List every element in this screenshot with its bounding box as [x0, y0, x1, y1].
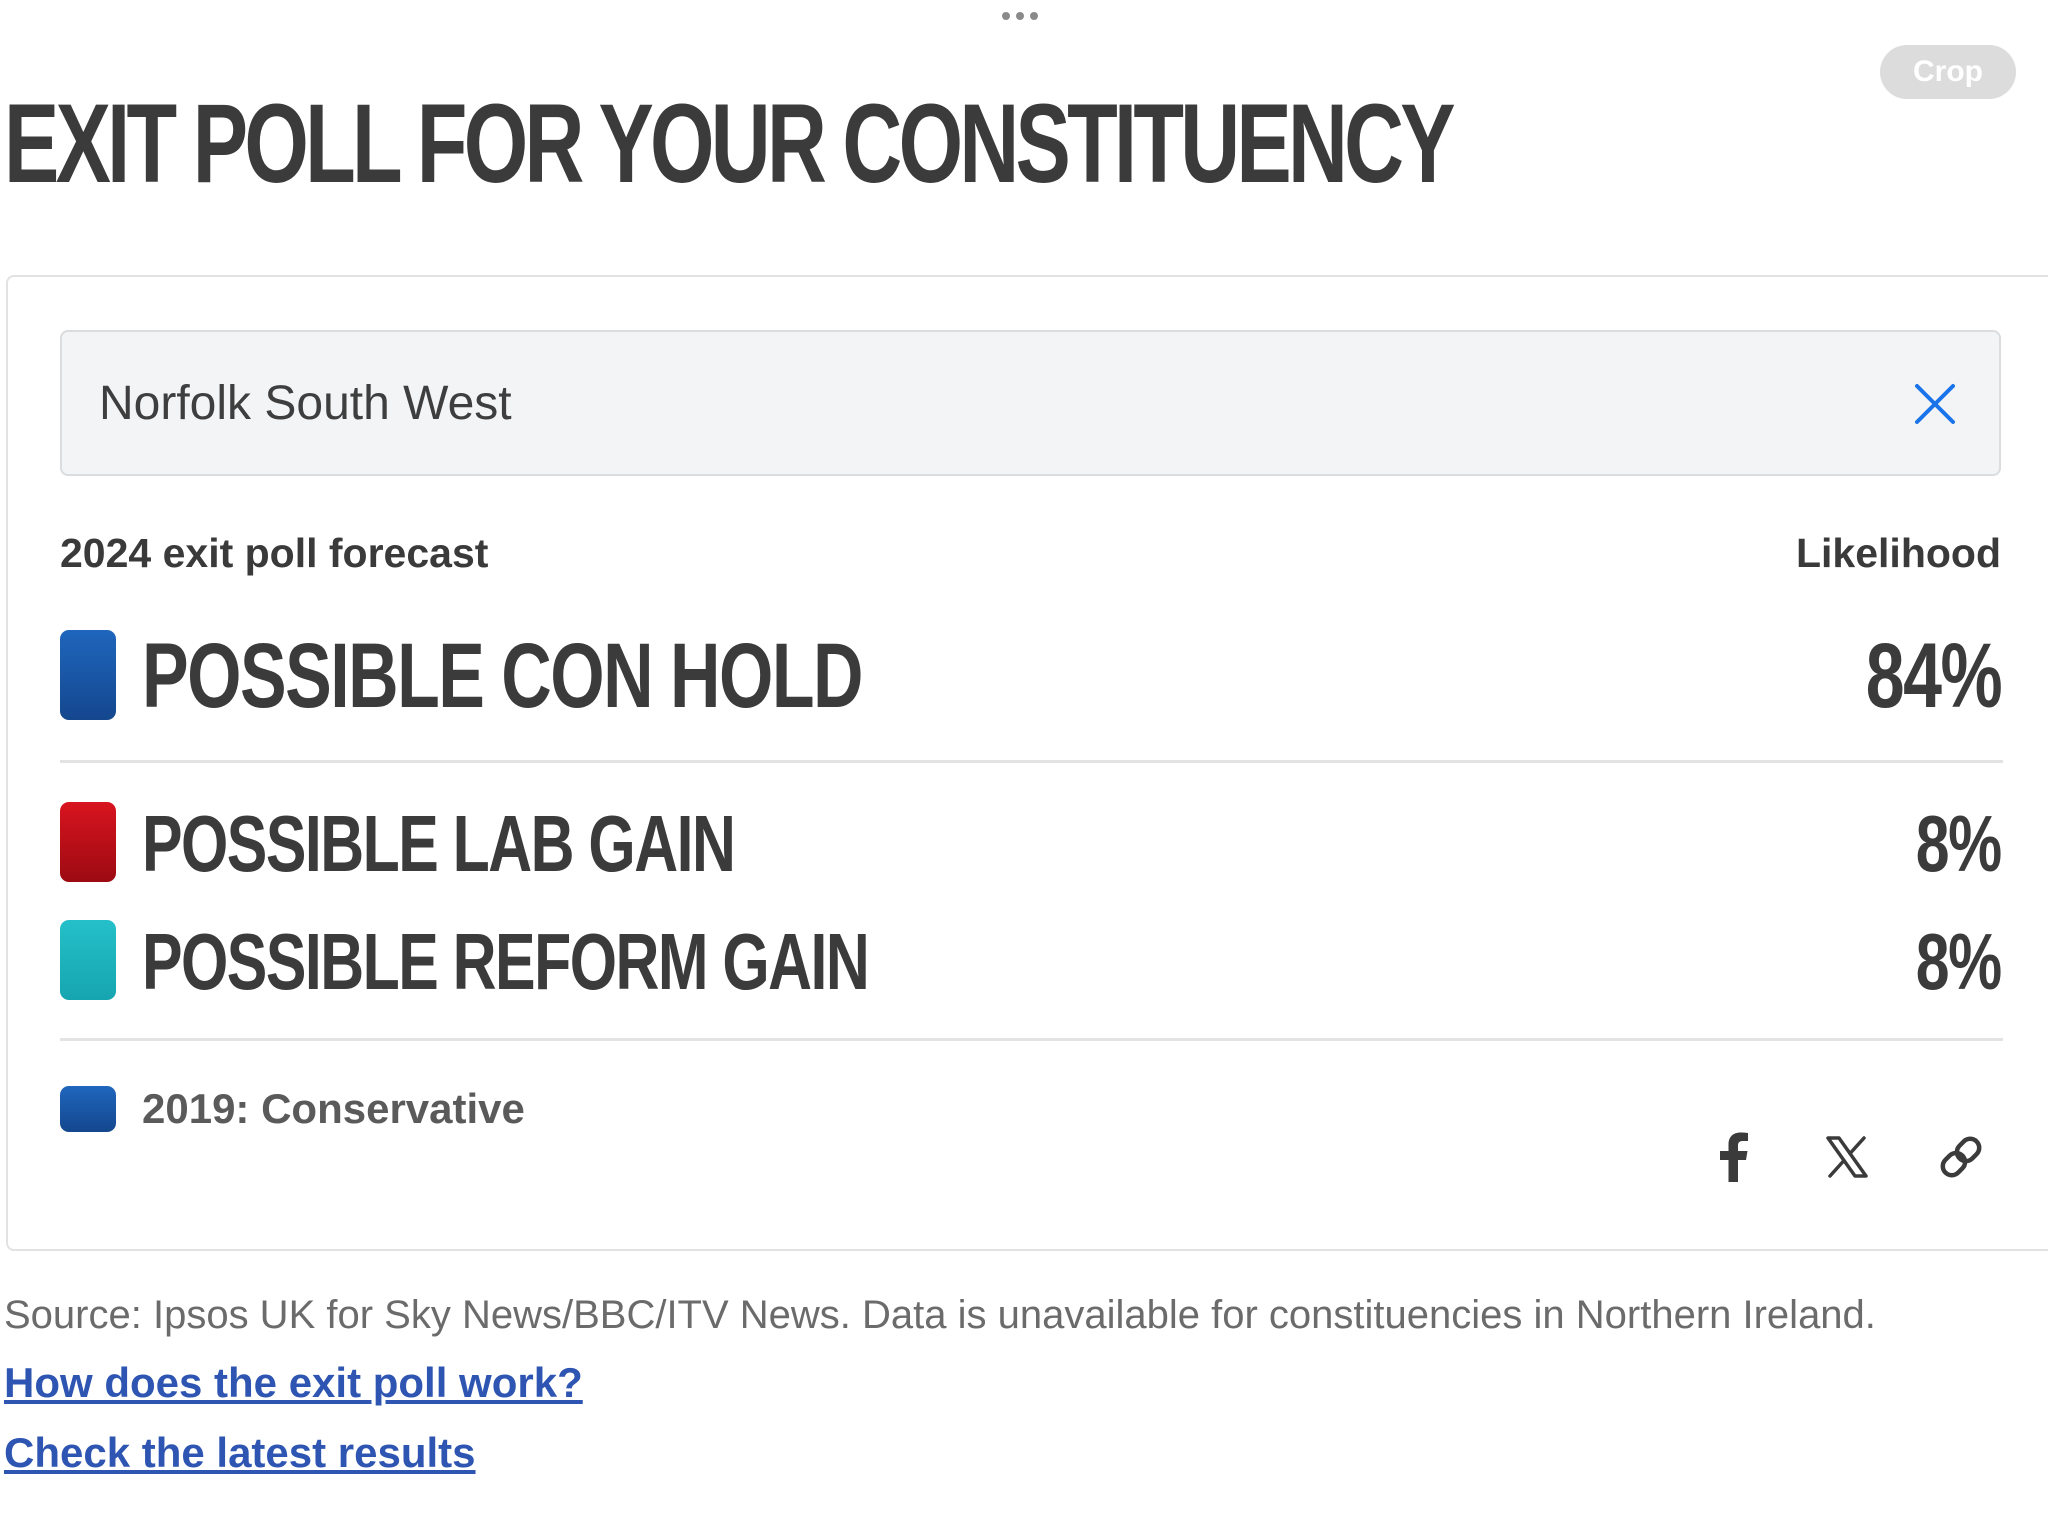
facebook-icon[interactable]: [1704, 1128, 1762, 1186]
con-swatch: [60, 630, 116, 720]
result-row-lab: POSSIBLE LAB GAIN 8%: [60, 799, 2003, 888]
result-label: POSSIBLE CON HOLD: [142, 625, 864, 727]
result-likelihood: 8%: [1916, 917, 2002, 1006]
divider: [60, 760, 2003, 763]
link-icon[interactable]: [1932, 1128, 1990, 1186]
exit-poll-explainer-link[interactable]: How does the exit poll work?: [4, 1358, 583, 1408]
search-input-value[interactable]: Norfolk South West: [99, 376, 512, 432]
close-icon[interactable]: [1913, 382, 1957, 426]
result-label: POSSIBLE LAB GAIN: [142, 799, 736, 888]
x-icon[interactable]: [1818, 1128, 1876, 1186]
page: Crop EXIT POLL FOR YOUR CONSTITUENCY Nor…: [0, 0, 2048, 1536]
divider: [60, 1038, 2003, 1041]
result-label: POSSIBLE REFORM GAIN: [142, 917, 870, 1006]
previous-result-label: 2019: Conservative: [142, 1085, 525, 1132]
result-row-con: POSSIBLE CON HOLD 84%: [60, 625, 2003, 727]
forecast-heading: 2024 exit poll forecast: [60, 530, 489, 576]
lab-swatch: [60, 802, 116, 882]
latest-results-link[interactable]: Check the latest results: [4, 1428, 476, 1478]
result-row-reform: POSSIBLE REFORM GAIN 8%: [60, 917, 2003, 1006]
page-title: EXIT POLL FOR YOUR CONSTITUENCY: [4, 81, 1456, 206]
reform-swatch: [60, 920, 116, 1000]
result-likelihood: 8%: [1916, 799, 2002, 888]
constituency-search-input[interactable]: Norfolk South West: [60, 330, 2001, 476]
crop-button[interactable]: Crop: [1880, 45, 2016, 99]
source-note: Source: Ipsos UK for Sky News/BBC/ITV Ne…: [4, 1293, 1876, 1337]
likelihood-heading: Likelihood: [1796, 530, 2001, 576]
more-options-icon[interactable]: [1002, 12, 1038, 20]
previous-swatch: [60, 1086, 116, 1132]
result-likelihood: 84%: [1865, 625, 2003, 727]
